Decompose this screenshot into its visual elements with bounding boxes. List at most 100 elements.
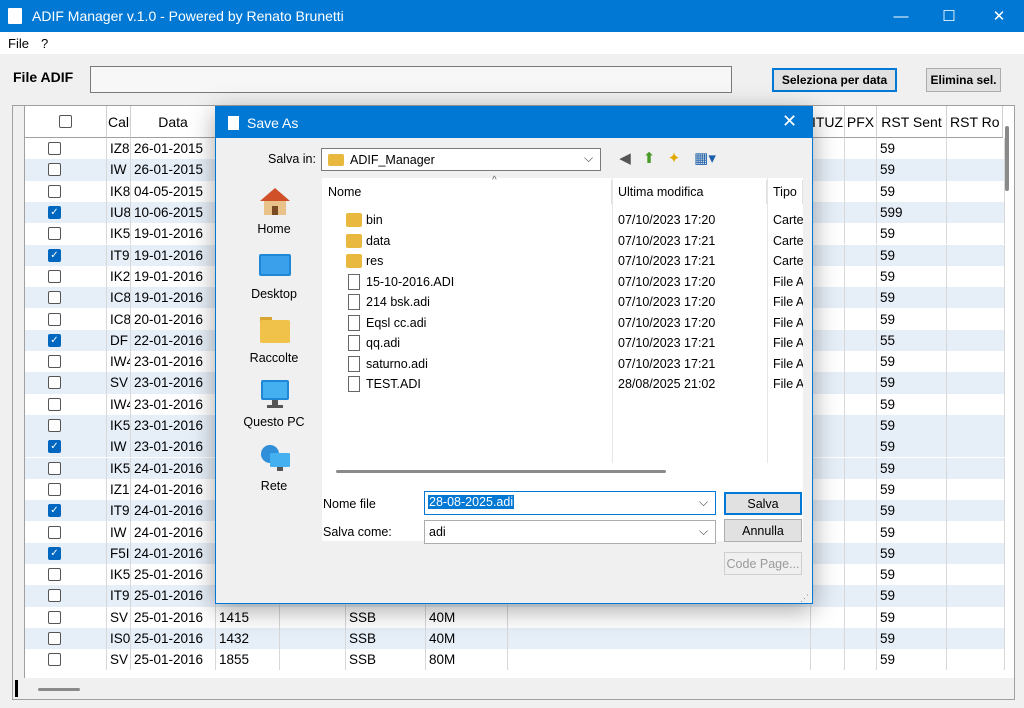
row-checkbox[interactable]: [48, 653, 61, 667]
row-checkbox-cell[interactable]: [25, 457, 107, 479]
row-checkbox[interactable]: [48, 184, 61, 198]
horizontal-scrollbar[interactable]: [13, 678, 1014, 699]
cancel-button[interactable]: Annulla: [724, 519, 802, 542]
row-checkbox-cell[interactable]: [25, 138, 107, 160]
row-checkbox[interactable]: [48, 142, 61, 156]
row-checkbox-cell[interactable]: [25, 627, 107, 650]
list-item[interactable]: 15-10-2016.ADI 07/10/2023 17:20 File A: [322, 272, 803, 293]
row-checkbox[interactable]: [48, 610, 61, 624]
row-checkbox-cell[interactable]: [25, 308, 107, 330]
list-item[interactable]: Eqsl cc.adi 07/10/2023 17:20 File A: [322, 313, 803, 334]
table-row[interactable]: SV 25-01-2016 1415 SSB 40M 59: [25, 606, 1005, 628]
row-checkbox[interactable]: [48, 312, 61, 326]
header-ituz[interactable]: ITUZ: [811, 106, 845, 138]
horizontal-scroll-thumb[interactable]: [38, 688, 80, 691]
row-checkbox[interactable]: [48, 482, 61, 496]
row-checkbox[interactable]: [48, 525, 61, 539]
table-row[interactable]: SV 25-01-2016 1855 SSB 80M 59: [25, 649, 1005, 671]
row-checkbox[interactable]: ✓: [48, 333, 61, 347]
minimize-button[interactable]: —: [878, 0, 924, 32]
menu-help[interactable]: ?: [41, 36, 48, 51]
file-list-scroll-thumb[interactable]: [336, 470, 666, 473]
row-checkbox[interactable]: [48, 568, 61, 582]
header-pfx[interactable]: PFX: [845, 106, 877, 138]
filename-input[interactable]: 28-08-2025.adi ⌵: [424, 491, 716, 515]
row-checkbox-cell[interactable]: [25, 478, 107, 501]
maximize-button[interactable]: ☐: [926, 0, 972, 32]
view-menu-icon[interactable]: ▦▾: [692, 149, 718, 167]
dialog-close-icon[interactable]: ✕: [782, 111, 797, 132]
column-modified[interactable]: Ultima modifica: [612, 180, 767, 204]
close-button[interactable]: ✕: [976, 0, 1022, 32]
place-raccolte[interactable]: Raccolte: [228, 315, 320, 377]
place-desktop[interactable]: Desktop: [228, 251, 320, 313]
row-checkbox[interactable]: [48, 227, 61, 241]
row-checkbox[interactable]: ✓: [48, 206, 61, 220]
row-checkbox-cell[interactable]: ✓: [25, 436, 107, 458]
place-home[interactable]: Home: [228, 186, 320, 248]
row-checkbox-cell[interactable]: [25, 585, 107, 607]
save-button[interactable]: Salva: [724, 492, 802, 515]
row-checkbox-cell[interactable]: [25, 521, 107, 543]
row-checkbox-cell[interactable]: ✓: [25, 244, 107, 266]
row-checkbox-cell[interactable]: [25, 606, 107, 628]
header-call[interactable]: Call: [107, 106, 131, 138]
delete-selected-button[interactable]: Elimina sel.: [926, 68, 1001, 92]
row-checkbox[interactable]: [48, 376, 61, 390]
row-checkbox[interactable]: ✓: [48, 248, 61, 262]
list-item[interactable]: qq.adi 07/10/2023 17:21 File A: [322, 333, 803, 354]
place-questo-pc[interactable]: Questo PC: [228, 379, 320, 441]
list-item[interactable]: bin 07/10/2023 17:20 Carte: [322, 210, 803, 231]
header-data[interactable]: Data: [131, 106, 216, 138]
row-checkbox-cell[interactable]: [25, 564, 107, 586]
file-path-field[interactable]: [90, 66, 732, 93]
resize-grip-icon[interactable]: ⋰: [800, 593, 809, 604]
list-item[interactable]: data 07/10/2023 17:21 Carte: [322, 231, 803, 252]
chevron-down-icon[interactable]: ⌵: [699, 495, 708, 510]
row-checkbox-cell[interactable]: [25, 159, 107, 181]
select-by-date-button[interactable]: Seleziona per data: [772, 68, 897, 92]
table-row[interactable]: IS0 25-01-2016 1432 SSB 40M 59: [25, 627, 1005, 650]
row-checkbox-cell[interactable]: [25, 649, 107, 671]
list-item[interactable]: res 07/10/2023 17:21 Carte: [322, 251, 803, 272]
row-checkbox-cell[interactable]: [25, 180, 107, 202]
row-checkbox[interactable]: [48, 269, 61, 283]
vertical-scroll-thumb[interactable]: [1005, 126, 1009, 191]
column-type[interactable]: Tipo: [767, 180, 803, 204]
row-checkbox-cell[interactable]: ✓: [25, 500, 107, 522]
header-rst-rcvd[interactable]: RST Ro: [947, 106, 1003, 138]
row-checkbox[interactable]: ✓: [48, 546, 61, 560]
row-checkbox-cell[interactable]: [25, 287, 107, 309]
vertical-scrollbar[interactable]: [1003, 118, 1013, 678]
row-checkbox-cell[interactable]: ✓: [25, 201, 107, 224]
row-checkbox-cell[interactable]: [25, 393, 107, 415]
row-checkbox[interactable]: [48, 355, 61, 369]
row-checkbox[interactable]: [48, 589, 61, 603]
row-checkbox-cell[interactable]: [25, 414, 107, 437]
list-item[interactable]: 214 bsk.adi 07/10/2023 17:20 File A: [322, 292, 803, 313]
up-folder-icon[interactable]: ⬆: [640, 149, 658, 167]
row-checkbox[interactable]: ✓: [48, 440, 61, 454]
row-checkbox-cell[interactable]: [25, 223, 107, 245]
select-all-checkbox[interactable]: [59, 115, 72, 128]
list-item[interactable]: TEST.ADI 28/08/2025 21:02 File A: [322, 374, 803, 395]
back-icon[interactable]: ◀: [616, 149, 634, 167]
row-checkbox-cell[interactable]: [25, 351, 107, 373]
new-folder-icon[interactable]: ✦: [665, 149, 683, 167]
menu-file[interactable]: File: [8, 36, 29, 51]
row-checkbox[interactable]: [48, 419, 61, 433]
row-checkbox[interactable]: [48, 163, 61, 177]
row-checkbox-cell[interactable]: [25, 265, 107, 288]
row-checkbox[interactable]: [48, 461, 61, 475]
row-checkbox-cell[interactable]: [25, 372, 107, 394]
row-checkbox-cell[interactable]: ✓: [25, 542, 107, 564]
select-all-header[interactable]: [25, 106, 107, 138]
row-checkbox[interactable]: [48, 397, 61, 411]
row-checkbox-cell[interactable]: ✓: [25, 329, 107, 351]
save-type-dropdown[interactable]: adi ⌵: [424, 520, 716, 544]
save-in-dropdown[interactable]: ADIF_Manager ⌵: [321, 148, 601, 171]
list-item[interactable]: saturno.adi 07/10/2023 17:21 File A: [322, 354, 803, 375]
row-checkbox[interactable]: ✓: [48, 504, 61, 518]
row-checkbox[interactable]: [48, 291, 61, 305]
column-name[interactable]: Nome: [322, 180, 612, 204]
